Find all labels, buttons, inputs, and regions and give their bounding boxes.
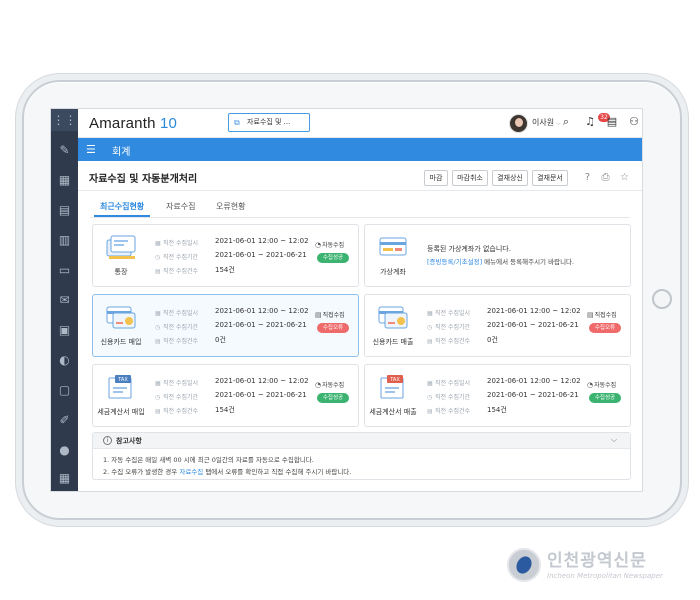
clock-icon: ◷: [155, 394, 161, 401]
toggle-icon[interactable]: ◐: [57, 353, 72, 368]
edit-note-icon[interactable]: ✐: [57, 413, 72, 428]
card-tax-invoice-sales[interactable]: TAX 세금계산서 매출 ▦ 직전 수집일시 ◷ 직전 수집기간 ▤ 직전 수집건수 …: [364, 364, 631, 427]
clock-icon: ◷: [155, 324, 161, 331]
star-icon[interactable]: ☆: [618, 171, 631, 184]
page-header: 자료수집 및 자동분개처리 마감 마감취소 결재상신 결재문서 ? ⎙ ☆: [78, 161, 642, 191]
calendar-icon[interactable]: ▦: [57, 173, 72, 188]
quick-tab-data-collection[interactable]: ⧉ 자료수집 및 ...: [228, 113, 310, 132]
status-badge: 수집성공: [589, 393, 621, 403]
clipboard-icon[interactable]: ▥: [57, 233, 72, 248]
document-icon[interactable]: ▤: [605, 115, 619, 129]
tab-bar: 최근수집현황 자료수집 오류현황: [90, 198, 630, 218]
credit-card-icon: [106, 306, 136, 329]
tab-error-status[interactable]: 오류현황: [216, 201, 245, 212]
status-badge: 수집오류: [589, 323, 621, 333]
data-collection-link[interactable]: 자료수집: [179, 468, 203, 476]
hamburger-menu-icon[interactable]: ☰: [86, 144, 97, 155]
print-icon[interactable]: ⎙: [599, 171, 612, 184]
status-badge: 수집성공: [317, 253, 349, 263]
cancel-close-button[interactable]: 마감취소: [452, 170, 488, 186]
list-icon: ▤: [155, 338, 161, 345]
newspaper-logo-icon: [507, 548, 541, 582]
calendar-icon: ▦: [155, 240, 161, 247]
info-icon: i: [103, 436, 112, 445]
chevron-down-icon[interactable]: ⌵: [611, 435, 617, 445]
list-icon: ▤: [155, 408, 161, 415]
search-icon[interactable]: ⌕: [559, 115, 573, 129]
note-line-1: 1. 자동 수집은 매일 새벽 00 시에 최근 0일간의 자료를 자동으로 수…: [103, 456, 314, 464]
top-bar: Amaranth 10 ⧉ 자료수집 및 ... 이사원 ⌵ ⌕ ♫ 32 ▤ ⚇…: [78, 109, 642, 138]
credit-card-icon: [378, 306, 408, 329]
clock-icon: ◷: [427, 394, 433, 401]
avatar: [509, 114, 528, 133]
card-bank-account[interactable]: 통장 ▦ 직전 수집일시 ◷ 직전 수집기간 ▤ 직전 수집건수 2021-06-01…: [92, 224, 359, 287]
list-icon: ▤: [427, 408, 433, 415]
tablet-home-button: [652, 289, 672, 309]
org-chart-icon[interactable]: ⚇: [627, 115, 641, 129]
apps-icon[interactable]: ⋮⋮: [51, 109, 78, 131]
auto-collect-icon: ◔: [315, 381, 322, 389]
calendar-icon: ▦: [155, 310, 161, 317]
monitor-gear-icon[interactable]: ▢: [57, 383, 72, 398]
bell-icon[interactable]: ♫: [583, 115, 597, 129]
notes-panel: i 참고사항 ⌵ 1. 자동 수집은 매일 새벽 00 시에 최근 0일간의 자…: [92, 432, 631, 480]
left-rail: ⋮⋮ ✎ ▦ ▤ ▥ ▭ ✉ ▣ ◐ ▢ ✐ ● ▦: [51, 109, 78, 491]
submit-approval-button[interactable]: 결재상신: [492, 170, 528, 186]
svg-text:TAX: TAX: [389, 377, 400, 383]
status-badge: 수집오류: [317, 323, 349, 333]
virtual-account-icon: [379, 237, 407, 256]
notes-header[interactable]: i 참고사항 ⌵: [93, 433, 630, 449]
settings-link[interactable]: [증빙등록/기초설정]: [427, 258, 482, 266]
tax-invoice-icon: TAX: [108, 375, 132, 399]
card-tax-invoice-purchase[interactable]: TAX 세금계산서 매입 ▦ 직전 수집일시 ◷ 직전 수집기간 ▤ 직전 수집건수 …: [92, 364, 359, 427]
list-icon: ▤: [427, 338, 433, 345]
module-title: 회계: [112, 147, 131, 158]
external-link-icon: ⧉: [234, 118, 240, 127]
notes-title: 참고사항: [116, 437, 142, 445]
approval-document-button[interactable]: 결재문서: [532, 170, 568, 186]
clock-icon: ◷: [155, 254, 161, 261]
note-line-2: 2. 수집 오류가 발생한 경우 자료수집 탭에서 오류를 확인하고 직접 수집…: [103, 468, 352, 476]
page-title: 자료수집 및 자동분개처리: [89, 174, 198, 185]
bankbook-icon: [106, 235, 136, 259]
auto-collect-icon: ◔: [315, 241, 322, 249]
person-icon[interactable]: ●: [57, 443, 72, 458]
list-icon: ▤: [155, 268, 161, 275]
status-badge: 수집성공: [317, 393, 349, 403]
close-button[interactable]: 마감: [424, 170, 448, 186]
newspaper-watermark: 인천광역신문 Incheon Metropolitan Newspaper: [507, 546, 687, 586]
clock-icon: ◷: [427, 324, 433, 331]
user-name: 이사원: [532, 118, 555, 127]
calendar-icon: ▦: [427, 380, 433, 387]
calendar-icon: ▦: [155, 380, 161, 387]
calculator-icon[interactable]: ▦: [57, 471, 72, 486]
folder-icon[interactable]: ▭: [57, 263, 72, 278]
manual-collect-icon: ▤: [315, 311, 322, 319]
id-card-icon[interactable]: ▣: [57, 323, 72, 338]
tab-recent-collection[interactable]: 최근수집현황: [93, 201, 151, 217]
tax-invoice-icon: TAX: [380, 375, 404, 399]
menu-bar: ☰ 회계: [78, 138, 642, 161]
manual-collect-icon: ▤: [587, 311, 594, 319]
auto-collect-icon: ◔: [587, 381, 594, 389]
tab-data-collection[interactable]: 자료수집: [166, 201, 195, 212]
pen-icon[interactable]: ✎: [57, 143, 72, 158]
card-credit-card-sales[interactable]: 신용카드 매출 ▦ 직전 수집일시 ◷ 직전 수집기간 ▤ 직전 수집건수 2021-…: [364, 294, 631, 357]
card-virtual-account[interactable]: 가상계좌 등록된 가상계좌가 없습니다. [증빙등록/기초설정] 메뉴에서 등록…: [364, 224, 631, 287]
card-credit-card-purchase[interactable]: 신용카드 매입 ▦ 직전 수집일시 ◷ 직전 수집기간 ▤ 직전 수집건수 2021-…: [92, 294, 359, 357]
mail-icon[interactable]: ✉: [57, 293, 72, 308]
svg-text:TAX: TAX: [117, 377, 128, 383]
app-logo[interactable]: Amaranth 10: [89, 115, 177, 132]
calendar-icon: ▦: [427, 310, 433, 317]
help-icon[interactable]: ?: [581, 171, 594, 184]
calendar-clock-icon[interactable]: ▤: [57, 203, 72, 218]
